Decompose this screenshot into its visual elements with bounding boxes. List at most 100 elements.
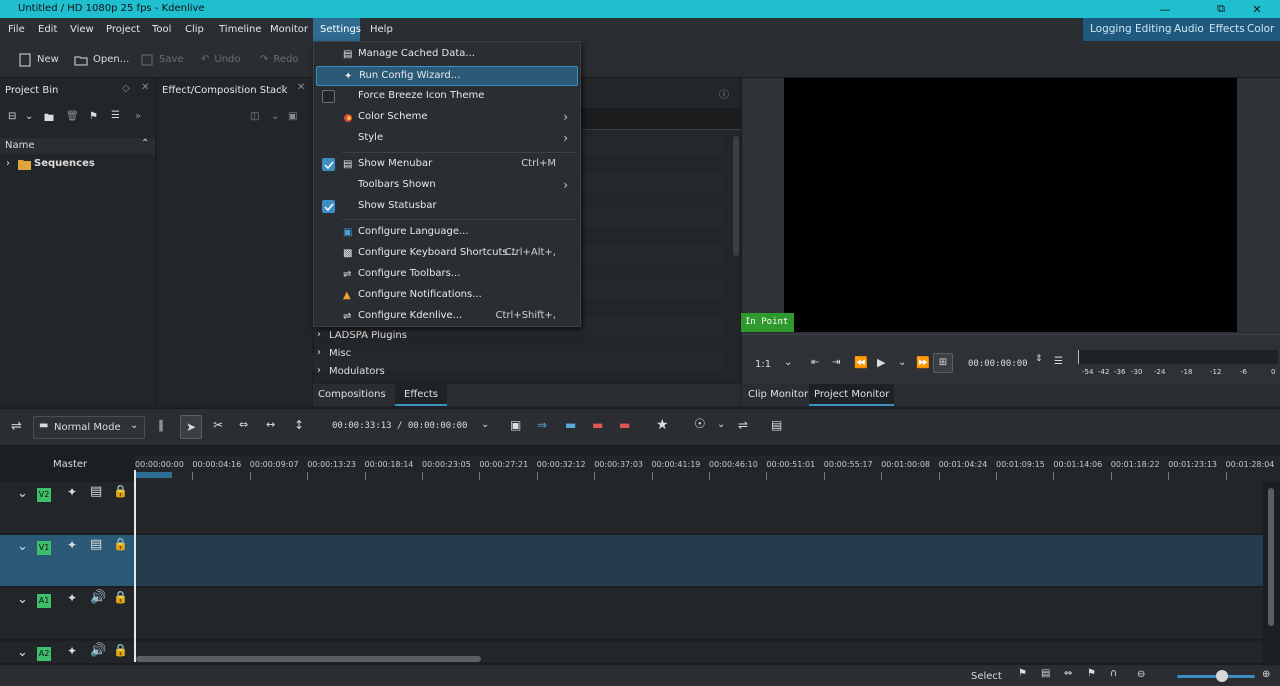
menu-monitor[interactable]: Monitor bbox=[266, 18, 312, 41]
tab-compositions[interactable]: Compositions bbox=[313, 384, 391, 406]
timeline-vscroll[interactable] bbox=[1266, 482, 1276, 642]
workspace-audio[interactable]: Audio bbox=[1174, 18, 1204, 41]
monitor-ruler[interactable] bbox=[741, 334, 1280, 335]
zoom-slider-handle[interactable] bbox=[1216, 670, 1228, 682]
play-icon[interactable]: ▶ bbox=[877, 356, 885, 369]
set-in-icon[interactable]: ⇤ bbox=[811, 357, 819, 368]
menu-item-manage-cached-data[interactable]: ▤ Manage Cached Data... bbox=[316, 45, 578, 65]
flag-icon[interactable]: ⚑ bbox=[1087, 668, 1096, 679]
spacer-tool-icon[interactable]: ∥ bbox=[158, 418, 164, 432]
timeline-timecode[interactable]: 00:00:33:13 / 00:00:00:00 bbox=[332, 421, 467, 431]
lock-icon[interactable]: 🔒 bbox=[113, 484, 128, 498]
star-icon[interactable]: ★ bbox=[656, 417, 669, 433]
lock-icon[interactable]: 🔒 bbox=[113, 643, 128, 657]
menu-item-configure-toolbars[interactable]: ⇌ Configure Toolbars... bbox=[316, 265, 578, 285]
speaker-icon[interactable]: 🔊 bbox=[90, 643, 106, 658]
film-icon[interactable]: ▤ bbox=[90, 537, 102, 552]
menu-settings[interactable]: Settings bbox=[313, 18, 361, 41]
menu-item-show-menubar[interactable]: ▤ Show Menubar Ctrl+M bbox=[316, 155, 578, 175]
track-menu-icon[interactable]: ⇌ bbox=[11, 419, 22, 434]
menu-item-color-scheme[interactable]: Color Scheme › bbox=[316, 108, 578, 128]
razor-tool-icon[interactable]: ✂ bbox=[213, 418, 223, 432]
track-label[interactable]: A1 bbox=[37, 594, 51, 608]
workspace-color[interactable]: Color bbox=[1247, 18, 1274, 41]
track-a1[interactable] bbox=[135, 588, 1263, 640]
extract-icon[interactable]: ▬ bbox=[592, 418, 603, 432]
chevron-down-icon[interactable]: ⌄ bbox=[784, 357, 792, 368]
close-panel-icon[interactable]: ✕ bbox=[141, 82, 149, 93]
remove-space-icon[interactable]: ▬ bbox=[619, 418, 630, 432]
zoom-select[interactable]: 1:1 bbox=[755, 359, 771, 370]
menu-item-show-statusbar[interactable]: Show Statusbar bbox=[316, 197, 578, 217]
monitor-timecode[interactable]: 00:00:00:00 bbox=[968, 359, 1028, 369]
menu-item-style[interactable]: Style › bbox=[316, 129, 578, 149]
minimize-button[interactable]: — bbox=[1142, 0, 1188, 18]
new-button[interactable]: New bbox=[18, 52, 59, 68]
list-item[interactable]: › LADSPA Plugins bbox=[313, 327, 724, 345]
menu-help[interactable]: Help bbox=[366, 18, 397, 41]
track-label[interactable]: V1 bbox=[37, 541, 51, 555]
menu-item-configure-kdenlive[interactable]: ⇌ Configure Kdenlive... Ctrl+Shift+, bbox=[316, 307, 578, 327]
chevron-down-icon[interactable]: ⌄ bbox=[898, 357, 906, 368]
menu-edit[interactable]: Edit bbox=[34, 18, 61, 41]
checkbox[interactable] bbox=[322, 90, 335, 103]
float-icon[interactable]: ◇ bbox=[122, 83, 130, 94]
effects-icon[interactable]: ✦ bbox=[67, 485, 77, 499]
select-tool-icon[interactable]: ➤ bbox=[180, 415, 202, 439]
menu-item-configure-language[interactable]: ▣ Configure Language... bbox=[316, 223, 578, 243]
chevron-down-icon[interactable]: ⌄ bbox=[717, 419, 725, 430]
effects-icon[interactable]: ✦ bbox=[67, 538, 77, 552]
menu-icon[interactable]: ☰ bbox=[111, 110, 120, 121]
add-clip-icon[interactable]: ⊟ bbox=[8, 111, 16, 122]
timeline-scrollbar[interactable] bbox=[136, 656, 481, 662]
column-header[interactable]: Name ⌃ bbox=[0, 138, 155, 154]
checkbox-checked[interactable] bbox=[322, 158, 335, 171]
chevron-down-icon[interactable]: ⌄ bbox=[17, 486, 28, 501]
menu-tool[interactable]: Tool bbox=[148, 18, 175, 41]
insert-icon[interactable]: ▣ bbox=[510, 418, 521, 432]
lock-icon[interactable]: 🔒 bbox=[113, 537, 128, 551]
speaker-icon[interactable]: 🔊 bbox=[90, 590, 106, 605]
tab-clip-monitor[interactable]: Clip Monitor bbox=[743, 384, 813, 406]
rewind-icon[interactable]: ⏪ bbox=[854, 356, 868, 369]
tab-effects[interactable]: Effects bbox=[395, 384, 447, 406]
forward-icon[interactable]: ⏩ bbox=[916, 356, 930, 369]
monitor-video[interactable] bbox=[784, 78, 1237, 332]
workspace-logging[interactable]: Logging bbox=[1090, 18, 1132, 41]
mixer-icon[interactable]: ⇌ bbox=[738, 418, 748, 432]
lock-icon[interactable]: 🔒 bbox=[113, 590, 128, 604]
mode-select[interactable]: ▬ Normal Mode ⌄ bbox=[33, 416, 145, 439]
chevron-down-icon[interactable]: ⌄ bbox=[271, 111, 279, 122]
effects-icon[interactable]: ✦ bbox=[67, 591, 77, 605]
chevron-down-icon[interactable]: ⌄ bbox=[17, 539, 28, 554]
menu-item-configure-notifications[interactable]: ▲ Configure Notifications... bbox=[316, 286, 578, 306]
tag-icon[interactable]: ⚑ bbox=[1018, 668, 1027, 679]
film-icon[interactable]: ▤ bbox=[90, 484, 102, 499]
checkbox-checked[interactable] bbox=[322, 200, 335, 213]
menu-item-force-breeze-icon-theme[interactable]: Force Breeze Icon Theme bbox=[316, 87, 578, 107]
chevron-down-icon[interactable]: ⌄ bbox=[481, 419, 489, 430]
magnet-icon[interactable]: ∩ bbox=[1110, 668, 1117, 679]
record-icon[interactable]: ☉ bbox=[694, 417, 706, 432]
workspace-editing[interactable]: Editing bbox=[1135, 18, 1172, 41]
undo-button[interactable]: ↶ Undo bbox=[201, 52, 241, 68]
folder-add-icon[interactable]: 🖿 bbox=[44, 111, 54, 128]
menu-view[interactable]: View bbox=[66, 18, 98, 41]
info-icon[interactable]: ⓘ bbox=[719, 86, 729, 101]
menu-item-run-config-wizard[interactable]: ✦ Run Config Wizard... bbox=[316, 66, 578, 86]
open-button[interactable]: Open... bbox=[74, 52, 129, 68]
menu-item-configure-keyboard-shortcuts[interactable]: ▩ Configure Keyboard Shortcuts... Ctrl+A… bbox=[316, 244, 578, 264]
redo-button[interactable]: ↷ Redo bbox=[260, 52, 299, 68]
save-effect-icon[interactable]: ▣ bbox=[288, 111, 297, 122]
menu-file[interactable]: File bbox=[4, 18, 29, 41]
snap-icon[interactable]: ⇔ bbox=[1064, 668, 1072, 679]
menu-clip[interactable]: Clip bbox=[181, 18, 208, 41]
float-icon[interactable]: ◇ bbox=[279, 83, 287, 94]
lift-icon[interactable]: ▬ bbox=[565, 418, 576, 432]
track-label[interactable]: V2 bbox=[37, 488, 51, 502]
chevron-right-icon[interactable]: › bbox=[6, 158, 10, 169]
menu-icon[interactable]: ☰ bbox=[1054, 356, 1063, 367]
playhead[interactable] bbox=[134, 470, 136, 662]
chevron-down-icon[interactable]: ⌄ bbox=[25, 111, 33, 122]
zoom-out-icon[interactable]: ⊖ bbox=[1137, 669, 1145, 680]
